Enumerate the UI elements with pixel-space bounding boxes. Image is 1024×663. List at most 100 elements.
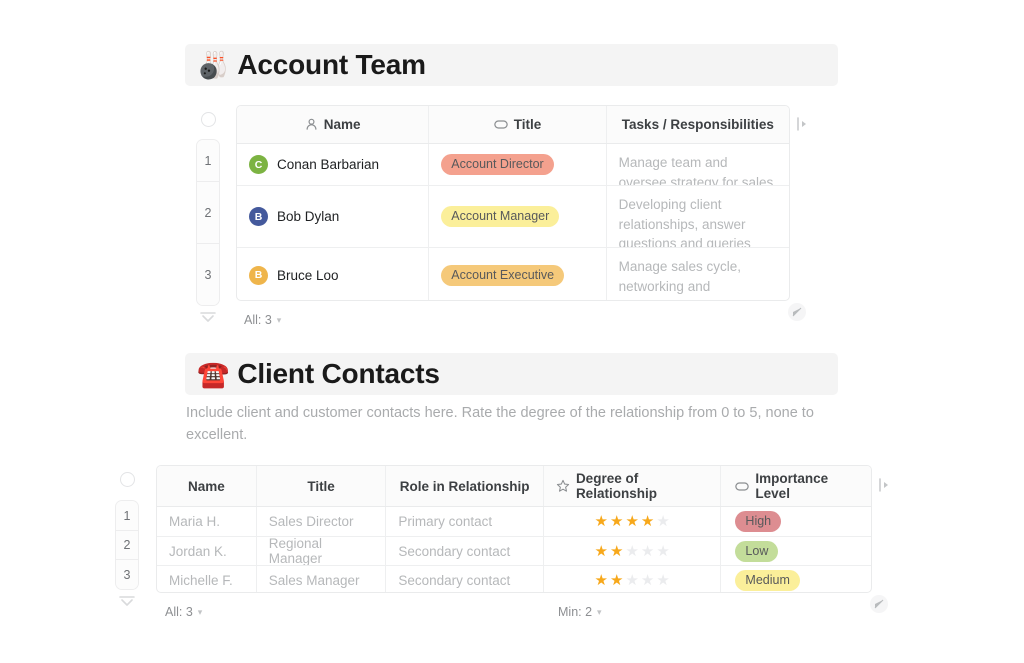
- table-header-row: Name Title Tasks / Responsibilities: [237, 106, 789, 144]
- cell-tasks[interactable]: Manage sales cycle, networking and onboa…: [607, 248, 789, 300]
- cell-degree[interactable]: ★ ★ ★ ★ ★: [544, 537, 722, 565]
- section-title: Account Team: [237, 49, 426, 80]
- row-number[interactable]: 1: [116, 501, 138, 531]
- column-header-tasks[interactable]: Tasks / Responsibilities: [607, 106, 789, 143]
- table-row[interactable]: C Conan Barbarian Account Director Manag…: [237, 144, 789, 186]
- star-icon[interactable]: ★: [610, 573, 623, 588]
- star-icon[interactable]: ★: [656, 573, 669, 588]
- account-team-grid: Name Title Tasks / Responsibilities C Co…: [236, 105, 790, 301]
- row-number[interactable]: 2: [116, 531, 138, 560]
- resize-handle[interactable]: [788, 303, 806, 321]
- star-icon[interactable]: ★: [641, 514, 654, 529]
- star-icon[interactable]: ★: [641, 573, 654, 588]
- column-header-title[interactable]: Title: [257, 466, 387, 506]
- footer-all-count[interactable]: All: 3 ▾: [165, 605, 202, 619]
- star-icon[interactable]: ★: [625, 573, 638, 588]
- avatar: C: [249, 155, 268, 174]
- cell-role[interactable]: Secondary contact: [386, 566, 544, 592]
- rating-stars[interactable]: ★ ★ ★ ★ ★: [556, 514, 708, 529]
- row-gutter: 1 2 3: [115, 465, 139, 607]
- cell-tasks[interactable]: Developing client relationships, answer …: [607, 186, 789, 247]
- person-name: Conan Barbarian: [277, 157, 380, 172]
- cell-name[interactable]: B Bruce Loo: [237, 248, 430, 300]
- rating-stars[interactable]: ★ ★ ★ ★ ★: [556, 544, 708, 559]
- collapse-rows-icon[interactable]: [196, 311, 220, 323]
- table-row[interactable]: Jordan K. Regional Manager Secondary con…: [157, 537, 871, 566]
- cell-name[interactable]: Maria H.: [157, 507, 257, 536]
- column-header-title[interactable]: Title: [429, 106, 607, 143]
- title-pill: Account Executive: [441, 264, 565, 286]
- table-row[interactable]: Maria H. Sales Director Primary contact …: [157, 507, 871, 537]
- cell-role[interactable]: Secondary contact: [386, 537, 544, 565]
- footer-min-value[interactable]: Min: 2 ▾: [558, 605, 602, 619]
- cell-title[interactable]: Account Manager: [429, 186, 607, 247]
- tag-icon: [493, 120, 508, 129]
- column-header-name[interactable]: Name: [157, 466, 257, 506]
- cell-importance[interactable]: Low: [721, 537, 871, 565]
- cell-title[interactable]: Account Executive: [429, 248, 607, 300]
- contact-title: Regional Manager: [268, 537, 323, 565]
- chevron-down-icon: ▾: [597, 606, 602, 617]
- expand-columns-icon[interactable]: [796, 117, 808, 131]
- cell-role[interactable]: Primary contact: [386, 507, 544, 536]
- expand-columns-icon[interactable]: [878, 478, 890, 492]
- rating-stars[interactable]: ★ ★ ★ ★ ★: [556, 573, 708, 588]
- table-row[interactable]: Michelle F. Sales Manager Secondary cont…: [157, 566, 871, 592]
- cell-name[interactable]: Jordan K.: [157, 537, 257, 565]
- cell-name[interactable]: Michelle F.: [157, 566, 257, 592]
- star-icon[interactable]: ★: [641, 544, 654, 559]
- cell-importance[interactable]: High: [721, 507, 871, 536]
- cell-degree[interactable]: ★ ★ ★ ★ ★: [544, 566, 722, 592]
- client-contacts-grid: Name Title Role in Relationship Degree o…: [156, 465, 872, 593]
- star-icon[interactable]: ★: [595, 544, 608, 559]
- cell-title[interactable]: Sales Director: [257, 507, 387, 536]
- row-number[interactable]: 2: [197, 182, 219, 244]
- section-title: Client Contacts: [237, 358, 440, 389]
- star-icon[interactable]: ★: [656, 514, 669, 529]
- column-header-degree[interactable]: Degree of Relationship: [544, 466, 722, 506]
- star-icon[interactable]: ★: [610, 514, 623, 529]
- cell-name[interactable]: B Bob Dylan: [237, 186, 430, 247]
- avatar: B: [249, 207, 268, 226]
- star-icon[interactable]: ★: [595, 514, 608, 529]
- select-all-checkbox[interactable]: [119, 472, 135, 487]
- star-icon[interactable]: ★: [625, 514, 638, 529]
- star-icon[interactable]: ★: [595, 573, 608, 588]
- avatar: B: [249, 265, 268, 285]
- importance-badge: Medium: [735, 570, 800, 591]
- row-number-strip: 1 2 3: [196, 139, 220, 306]
- title-pill: Account Manager: [441, 206, 560, 227]
- table-row[interactable]: B Bob Dylan Account Manager Developing c…: [237, 186, 789, 248]
- column-header-label: Title: [307, 478, 335, 494]
- column-header-label: Importance Level: [755, 471, 829, 501]
- row-number[interactable]: 3: [197, 244, 219, 305]
- table-body: Maria H. Sales Director Primary contact …: [157, 507, 871, 592]
- table-row[interactable]: B Bruce Loo Account Executive Manage sal…: [237, 248, 789, 300]
- star-icon[interactable]: ★: [625, 544, 638, 559]
- person-name: Bruce Loo: [277, 267, 339, 283]
- star-icon[interactable]: ★: [656, 544, 669, 559]
- column-header-name[interactable]: Name: [237, 106, 430, 143]
- select-all-checkbox[interactable]: [200, 112, 216, 127]
- resize-handle[interactable]: [870, 595, 888, 613]
- row-number-strip: 1 2 3: [115, 500, 139, 590]
- row-number[interactable]: 1: [197, 140, 219, 182]
- column-header-label: Title: [513, 117, 542, 132]
- cell-title[interactable]: Regional Manager: [257, 537, 387, 565]
- row-gutter: 1 2 3: [196, 105, 220, 323]
- cell-name[interactable]: C Conan Barbarian: [237, 144, 430, 185]
- star-icon[interactable]: ★: [610, 544, 623, 559]
- telephone-emoji: ☎️: [197, 359, 230, 389]
- column-header-importance[interactable]: Importance Level: [721, 466, 871, 506]
- cell-title[interactable]: Account Director: [429, 144, 607, 185]
- cell-title[interactable]: Sales Manager: [257, 566, 387, 592]
- cell-tasks[interactable]: Manage team and oversee strategy for sal…: [607, 144, 789, 185]
- contact-role: Secondary contact: [398, 543, 511, 559]
- collapse-rows-icon[interactable]: [115, 595, 139, 607]
- column-header-role[interactable]: Role in Relationship: [386, 466, 544, 506]
- row-number[interactable]: 3: [116, 560, 138, 589]
- cell-importance[interactable]: Medium: [721, 566, 871, 592]
- footer-all-count[interactable]: All: 3 ▾: [244, 313, 281, 327]
- chevron-down-icon: ▾: [197, 606, 203, 617]
- cell-degree[interactable]: ★ ★ ★ ★ ★: [544, 507, 722, 536]
